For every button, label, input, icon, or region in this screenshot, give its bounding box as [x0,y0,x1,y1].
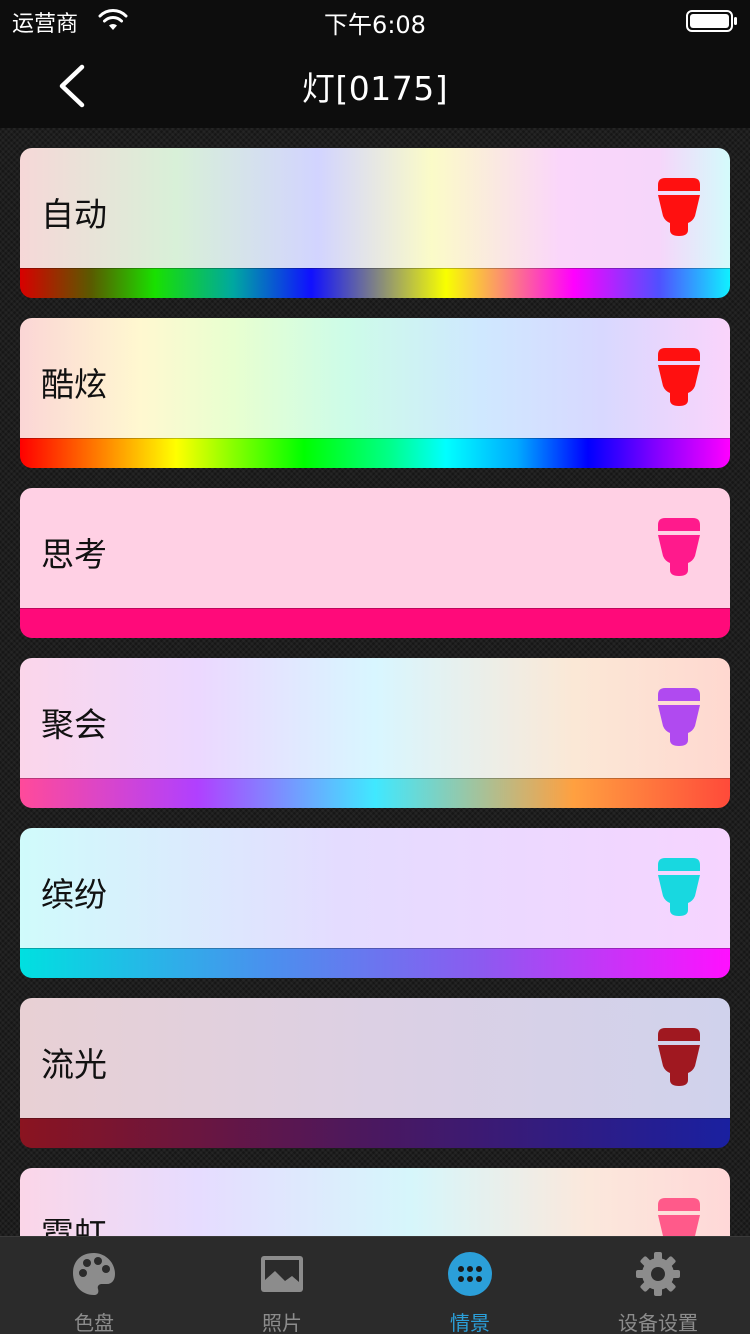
scene-card-party[interactable]: 聚会 [20,658,730,808]
scene-color-bar [20,778,730,808]
scene-color-bar [20,438,730,468]
scene-list[interactable]: 自动 酷炫 思考 聚会 缤纷 流光 霓虹 [0,128,750,1236]
scene-name: 聚会 [41,705,107,744]
scene-name: 缤纷 [41,875,107,914]
bulb-icon [658,688,700,746]
tab-label: 设备设置 [618,1311,698,1334]
tab-palette[interactable]: 色盘 [0,1237,188,1334]
scene-preview [20,658,730,778]
bulb-icon [658,518,700,576]
bulb-icon [658,1028,700,1086]
scene-preview [20,828,730,948]
scene-preview [20,318,730,438]
scene-preview [20,148,730,268]
scene-card-auto[interactable]: 自动 [20,148,730,298]
scene-name: 霓虹 [41,1215,107,1236]
status-bar: 运营商 下午6:08 [0,0,750,40]
scene-card-colorful[interactable]: 缤纷 [20,828,730,978]
scene-color-bar [20,1118,730,1148]
scene-card-cool[interactable]: 酷炫 [20,318,730,468]
battery-icon [686,10,737,32]
nav-bar: 灯[0175] [0,40,750,128]
scene-name: 自动 [41,195,107,234]
scene-preview [20,998,730,1118]
scene-card-think[interactable]: 思考 [20,488,730,638]
tab-label: 情景 [450,1311,490,1334]
gear-icon [636,1252,680,1296]
bulb-icon [658,348,700,406]
page-title: 灯[0175] [301,69,449,108]
scene-preview [20,1168,730,1236]
scene-card-flowing-light[interactable]: 流光 [20,998,730,1148]
tab-scene[interactable]: 情景 [376,1237,564,1334]
scene-name: 酷炫 [41,365,107,404]
photo-icon [261,1256,303,1292]
tab-device-settings[interactable]: 设备设置 [564,1237,750,1334]
tab-bar: 色盘 照片 情景 设备设置 [0,1236,750,1334]
scene-name: 思考 [41,535,107,574]
scene-color-bar [20,268,730,298]
tab-label: 照片 [262,1311,302,1334]
scene-card-neon[interactable]: 霓虹 [20,1168,730,1236]
tab-photo[interactable]: 照片 [188,1237,376,1334]
scene-color-bar [20,608,730,638]
bulb-icon [658,858,700,916]
scene-name: 流光 [41,1045,107,1084]
scene-color-bar [20,948,730,978]
scene-preview [20,488,730,608]
tab-label: 色盘 [74,1311,114,1334]
bulb-icon [658,178,700,236]
palette-icon [73,1253,115,1295]
scene-icon [448,1252,492,1296]
status-time: 下午6:08 [324,11,426,39]
bulb-icon [658,1198,700,1236]
